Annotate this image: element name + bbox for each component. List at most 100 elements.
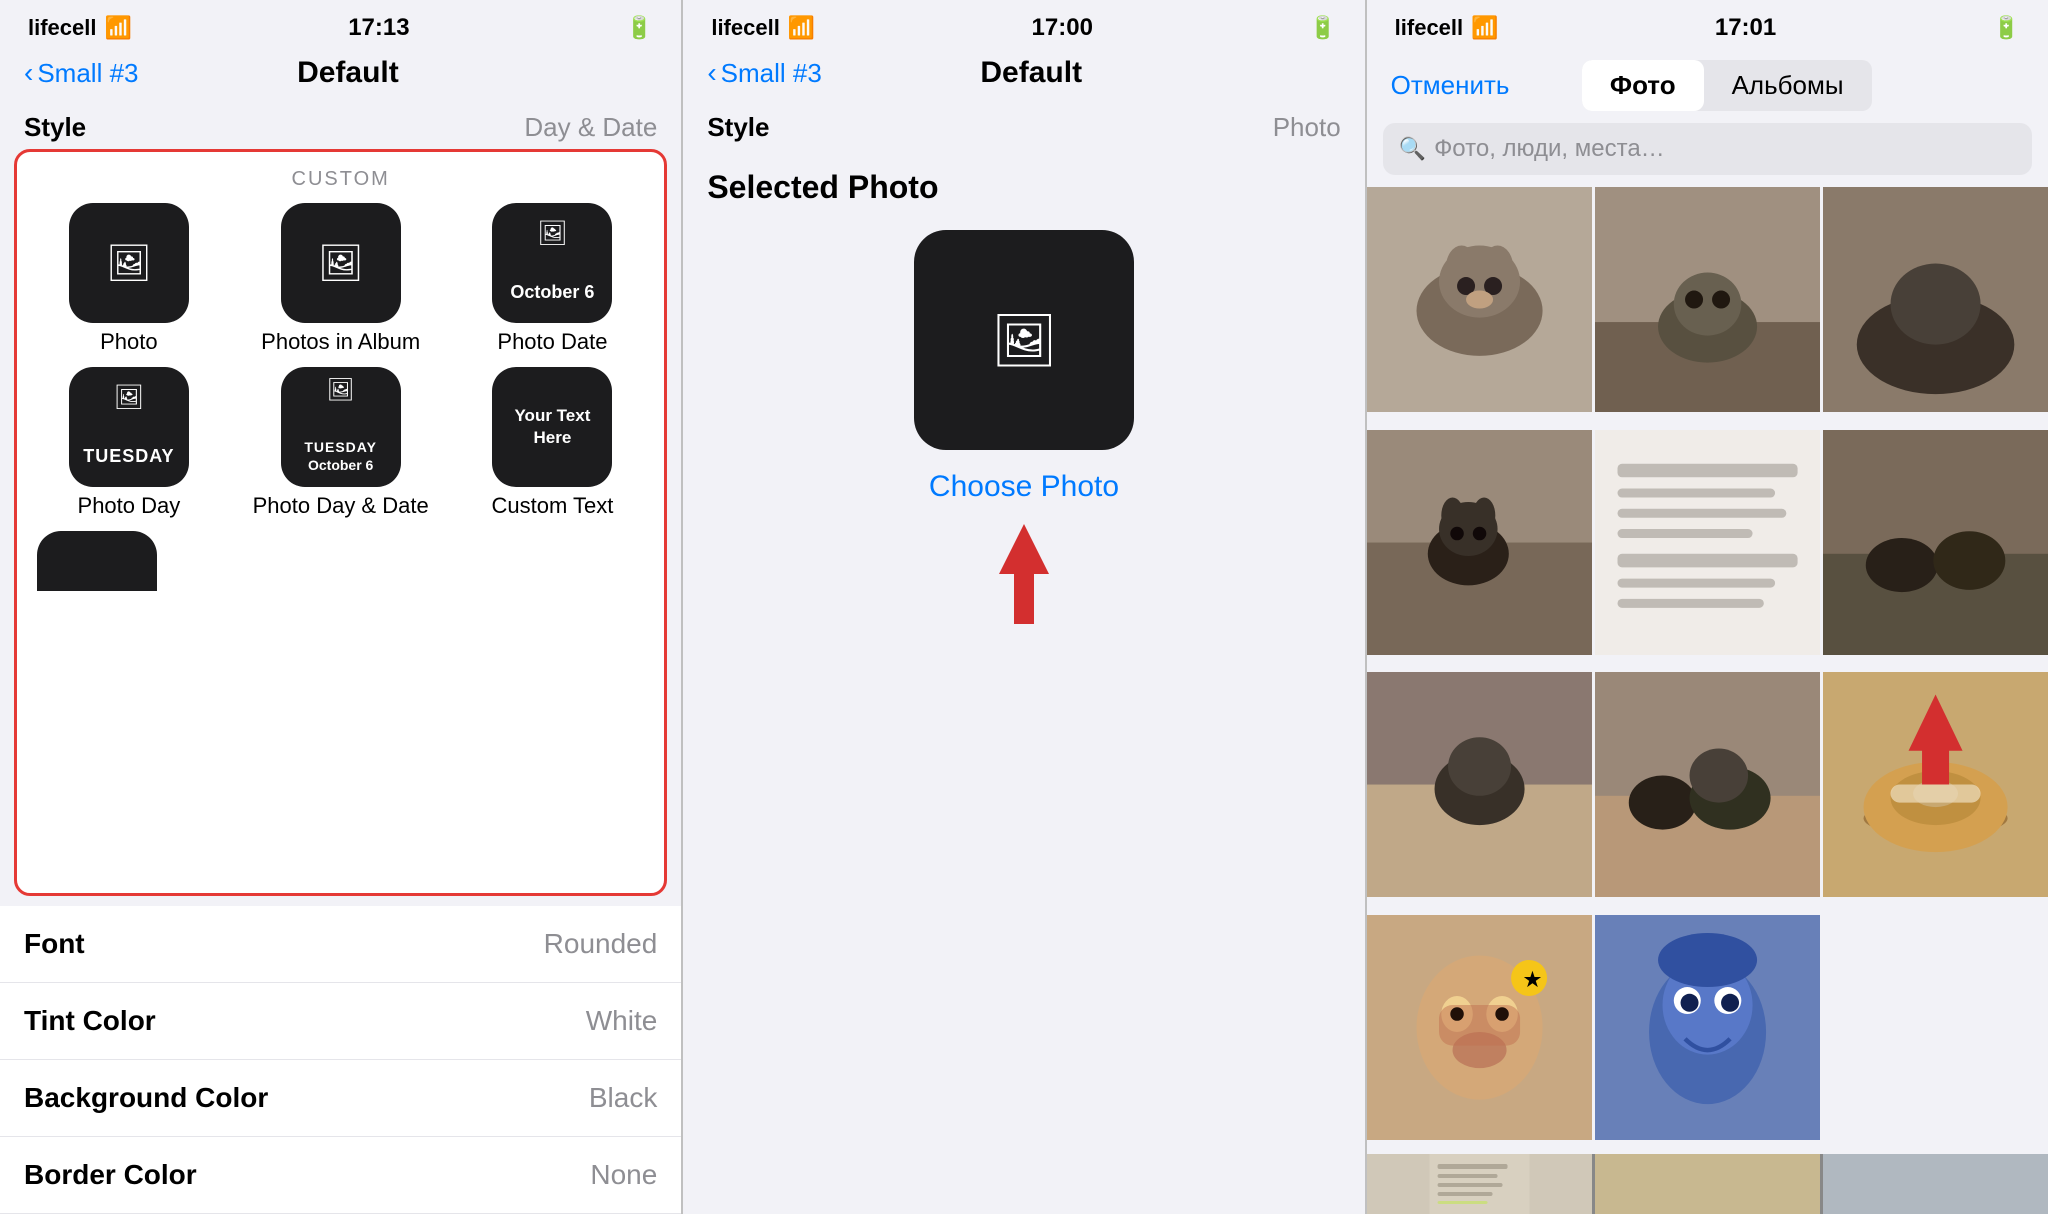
- widget-box-photo-day-date[interactable]: 🖼 TUESDAY October 6: [281, 367, 401, 487]
- widget-day-label: TUESDAY: [83, 446, 174, 467]
- widget-box-custom-text[interactable]: Your Text Here: [492, 367, 612, 487]
- photo-content-9: [1823, 672, 2048, 897]
- chevron-left-icon-2: ‹: [707, 57, 716, 89]
- carrier-2: lifecell: [711, 15, 779, 41]
- battery-icon-1: 🔋: [626, 15, 653, 41]
- photo-content-11: [1595, 915, 1820, 1140]
- widget-label-photo: Photo: [100, 329, 158, 355]
- photo-cell-partial-2[interactable]: [1595, 1154, 1820, 1214]
- cancel-button[interactable]: Отменить: [1391, 70, 1510, 101]
- widget-label-photo-day-date: Photo Day & Date: [253, 493, 429, 519]
- settings-value-border: None: [590, 1159, 657, 1191]
- tab-albums[interactable]: Альбомы: [1704, 60, 1872, 111]
- style-section-2: Style Photo: [683, 102, 1364, 149]
- search-bar[interactable]: 🔍 Фото, люди, места…: [1383, 123, 2032, 175]
- widget-item-photo-day[interactable]: 🖼 TUESDAY Photo Day: [29, 367, 229, 519]
- widget-item-photos-album[interactable]: 🖼 Photos in Album: [241, 203, 441, 355]
- back-label-2[interactable]: Small #3: [721, 58, 822, 89]
- photo-cell-4[interactable]: [1367, 430, 1592, 655]
- wifi-icon-2: 📶: [788, 15, 815, 41]
- back-button-1[interactable]: ‹ Small #3: [24, 57, 138, 89]
- widget-item-photo-date[interactable]: 🖼 October 6 Photo Date: [453, 203, 653, 355]
- photo-placeholder[interactable]: 🖼: [914, 230, 1134, 450]
- photo-cell-5[interactable]: [1595, 430, 1820, 655]
- photo-cell-8[interactable]: [1595, 672, 1820, 897]
- widget-box-partial[interactable]: [37, 531, 157, 591]
- photo-cell-9[interactable]: [1823, 672, 2048, 897]
- photo-content-10: ★: [1367, 915, 1592, 1140]
- widget-item-photo-day-date[interactable]: 🖼 TUESDAY October 6 Photo Day & Date: [241, 367, 441, 519]
- photo-cell-10[interactable]: ★: [1367, 915, 1592, 1140]
- widget-partial-row: [29, 531, 652, 591]
- cat-image-2: [1595, 187, 1820, 412]
- settings-label-tint: Tint Color: [24, 1005, 156, 1037]
- cat-image-3: [1823, 187, 2048, 412]
- widget-label-custom-text: Custom Text: [492, 493, 614, 519]
- photo-cell-3[interactable]: [1823, 187, 2048, 412]
- photo-content-7: [1367, 672, 1592, 897]
- photo-cell-7[interactable]: [1367, 672, 1592, 897]
- photo-content-8: [1595, 672, 1820, 897]
- selected-photo-title: Selected Photo: [707, 169, 1340, 206]
- settings-row-border[interactable]: Border Color None: [0, 1137, 681, 1214]
- photo-content-2: [1595, 187, 1820, 412]
- choose-photo-link[interactable]: Choose Photo: [929, 470, 1119, 503]
- widget-item-photo[interactable]: 🖼 Photo: [29, 203, 229, 355]
- widget-box-photo-date[interactable]: 🖼 October 6: [492, 203, 612, 323]
- settings-value-font: Rounded: [544, 928, 658, 960]
- photo-content-6: [1823, 430, 2048, 655]
- photo-grid: ★: [1367, 187, 2048, 1154]
- tab-photos[interactable]: Фото: [1582, 60, 1704, 111]
- up-arrow-icon: [984, 514, 1064, 634]
- photo-icon-5: 🖼: [327, 377, 355, 403]
- nav-bar-2: ‹ Small #3 Default: [683, 50, 1364, 102]
- cat-image-8: [1595, 672, 1820, 897]
- selected-photo-section: Selected Photo 🖼 Choose Photo: [683, 149, 1364, 654]
- cat-image-6: [1823, 430, 2048, 655]
- back-label-1[interactable]: Small #3: [37, 58, 138, 89]
- style-section-1: Style Day & Date: [0, 102, 681, 149]
- status-right-2: 🔋: [1309, 15, 1336, 41]
- photo-cell-partial-1[interactable]: [1367, 1154, 1592, 1214]
- settings-row-font[interactable]: Font Rounded: [0, 906, 681, 983]
- photo-cell-2[interactable]: [1595, 187, 1820, 412]
- widget-box-photos-album[interactable]: 🖼: [281, 203, 401, 323]
- photo-content-5: [1595, 430, 1820, 655]
- settings-row-bg[interactable]: Background Color Black: [0, 1060, 681, 1137]
- widget-label-photo-date: Photo Date: [497, 329, 607, 355]
- blue-face-image: [1595, 915, 1820, 1140]
- chevron-left-icon-1: ‹: [24, 57, 33, 89]
- photo-cell-11[interactable]: [1595, 915, 1820, 1140]
- panel-1: lifecell 📶 17:13 🔋 ‹ Small #3 Default St…: [0, 0, 681, 1214]
- widget-item-custom-text[interactable]: Your Text Here Custom Text: [453, 367, 653, 519]
- widget-label-photo-day: Photo Day: [78, 493, 181, 519]
- status-bar-1: lifecell 📶 17:13 🔋: [0, 0, 681, 50]
- photo-content-3: [1823, 187, 2048, 412]
- widget-box-photo[interactable]: 🖼: [69, 203, 189, 323]
- choose-photo-container: Choose Photo: [707, 470, 1340, 504]
- status-left-2: lifecell 📶: [711, 15, 815, 41]
- style-label-1: Style: [24, 112, 86, 143]
- time-2: 17:00: [1032, 14, 1093, 42]
- photo-cell-partial-3[interactable]: [1823, 1154, 2048, 1214]
- photo-icon-4: 🖼: [114, 383, 144, 412]
- battery-icon-2: 🔋: [1309, 15, 1336, 41]
- photo-placeholder-icon: 🖼: [991, 310, 1057, 371]
- panel-3: lifecell 📶 17:01 🔋 Отменить Фото Альбомы…: [1367, 0, 2048, 1214]
- settings-row-tint[interactable]: Tint Color White: [0, 983, 681, 1060]
- carrier-1: lifecell: [28, 15, 96, 41]
- wifi-icon-3: 📶: [1471, 15, 1498, 41]
- photo-cell-6[interactable]: [1823, 430, 2048, 655]
- photo-content-4: [1367, 430, 1592, 655]
- widget-label-photos-album: Photos in Album: [261, 329, 420, 355]
- nav-bar-1: ‹ Small #3 Default: [0, 50, 681, 102]
- text-partial-1: [1367, 1154, 1592, 1214]
- widget-grid: 🖼 Photo 🖼 Photos in Album 🖼 October 6 Ph…: [29, 203, 652, 519]
- widget-box-photo-day[interactable]: 🖼 TUESDAY: [69, 367, 189, 487]
- back-button-2[interactable]: ‹ Small #3: [707, 57, 821, 89]
- status-right-3: 🔋: [1993, 15, 2020, 41]
- photo-cell-1[interactable]: [1367, 187, 1592, 412]
- photo-icon-2: 🖼: [318, 242, 364, 284]
- status-bar-3: lifecell 📶 17:01 🔋: [1367, 0, 2048, 50]
- cat-image-4: [1367, 430, 1592, 655]
